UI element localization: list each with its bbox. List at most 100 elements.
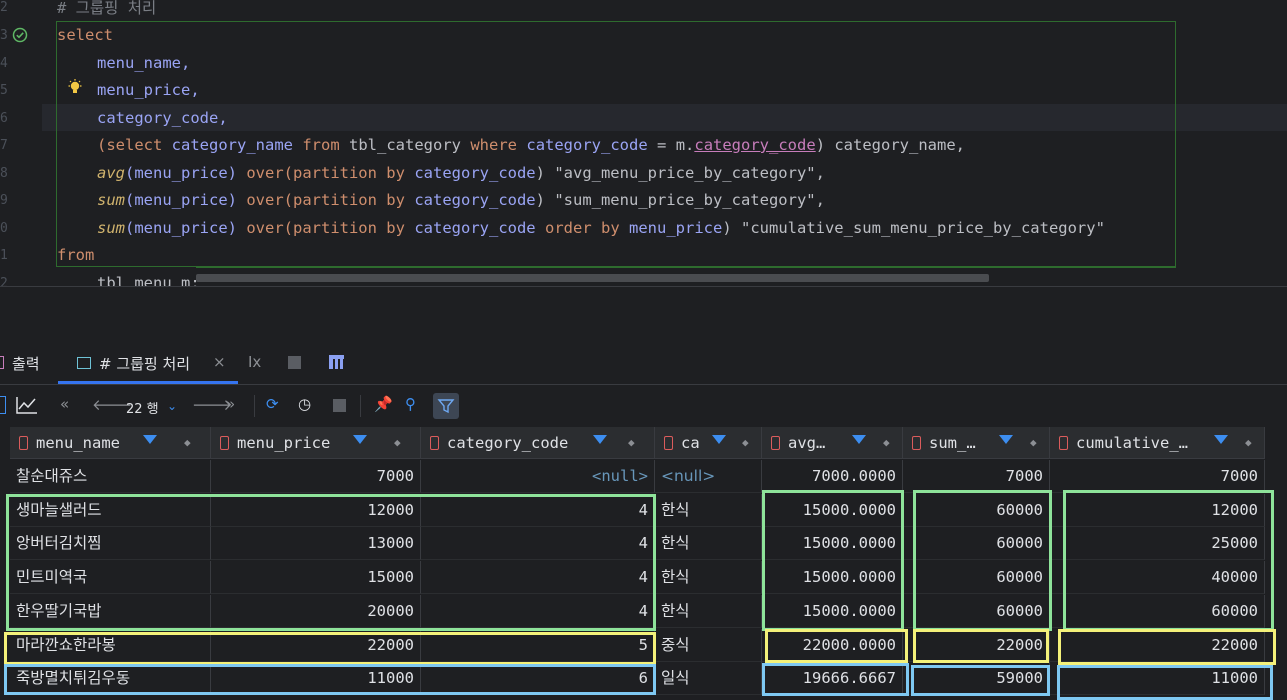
search-icon[interactable]: ⚲ — [405, 395, 416, 413]
grid-cell[interactable]: 22000.0000 — [762, 628, 903, 662]
filter-icon[interactable] — [999, 435, 1013, 444]
grid-cell[interactable]: 4 — [421, 527, 655, 561]
grid-cell[interactable]: 죽방멸치튀김우동 — [10, 662, 211, 696]
filter-icon[interactable] — [353, 435, 367, 444]
sort-icon[interactable]: ◆ — [1245, 427, 1252, 458]
sort-icon[interactable]: ◆ — [394, 427, 401, 458]
column-header-avg[interactable]: avg… ◆ — [762, 427, 903, 459]
horizontal-scrollbar[interactable] — [196, 274, 989, 282]
grid-cell[interactable]: 7000 — [211, 460, 421, 493]
sort-icon[interactable]: ◆ — [1030, 427, 1037, 458]
grid-cell[interactable]: 한식 — [655, 594, 762, 628]
grid-cell[interactable]: 22000 — [903, 628, 1050, 662]
filter-toggle-button[interactable] — [433, 393, 459, 419]
last-page-icon[interactable]: » — [226, 395, 235, 413]
grid-cell[interactable]: <null> — [655, 460, 762, 493]
grid-cell[interactable]: 일식 — [655, 662, 762, 696]
first-page-icon[interactable]: « — [60, 395, 69, 413]
grid-cell[interactable]: 60000 — [903, 561, 1050, 595]
grid-cell[interactable]: 한식 — [655, 527, 762, 561]
filter-icon[interactable] — [1214, 435, 1228, 444]
grid-cell[interactable]: 7000 — [903, 460, 1050, 493]
grid-cell[interactable]: 40000 — [1050, 561, 1265, 595]
row-count[interactable]: 22 행 — [126, 398, 159, 417]
stop-icon[interactable] — [333, 399, 346, 412]
grid-cell[interactable]: 20000 — [211, 594, 421, 628]
grid-cell[interactable]: 앙버터김치찜 — [10, 527, 211, 561]
column-title: category_code — [447, 434, 569, 452]
grid-cell[interactable]: 마라깐쇼한라봉 — [10, 628, 211, 662]
column-header-cumulative[interactable]: cumulative_… ◆ — [1050, 427, 1265, 459]
grid-cell[interactable]: 12000 — [211, 493, 421, 527]
chart-icon[interactable] — [16, 396, 38, 414]
sort-icon[interactable]: ◆ — [883, 427, 890, 458]
stop-tab-icon[interactable] — [288, 356, 301, 369]
kw-from: from — [302, 136, 340, 154]
grid-cell[interactable]: 15000 — [211, 561, 421, 595]
grid-cell[interactable]: 22000 — [211, 628, 421, 662]
grid-cell[interactable]: 22000 — [1050, 628, 1265, 662]
grid-cell[interactable]: 19666.6667 — [762, 662, 903, 696]
grid-cell[interactable]: 15000.0000 — [762, 493, 903, 527]
table-view-icon[interactable] — [0, 396, 6, 414]
history-icon[interactable]: ◷ — [298, 395, 311, 413]
lightbulb-icon[interactable] — [66, 78, 84, 96]
tab-tx[interactable]: Ix — [248, 353, 261, 371]
pin-icon[interactable]: 📌 — [374, 395, 393, 413]
sql-editor[interactable]: 2 3 4 5 6 7 8 9 0 1 2 # 그룹핑 처리 select me… — [0, 0, 1287, 286]
column-header-category-name[interactable]: ca ◆ — [655, 427, 762, 459]
grid-cell[interactable]: 60000 — [903, 527, 1050, 561]
layout-icon[interactable] — [329, 355, 344, 369]
alias-sum: ) "sum_menu_price_by_category", — [535, 191, 825, 209]
grid-cell[interactable]: 찰순대쥬스 — [10, 460, 211, 493]
grid-cell[interactable]: 생마늘샐러드 — [10, 493, 211, 527]
grid-cell[interactable]: 60000 — [1050, 594, 1265, 628]
grid-cell[interactable]: 11000 — [211, 662, 421, 696]
table-tbl-menu: tbl_menu m; — [97, 274, 200, 286]
close-icon[interactable]: × — [213, 353, 226, 371]
tab-output[interactable]: 출력 — [12, 353, 40, 374]
grid-cell[interactable]: 11000 — [1050, 662, 1265, 696]
tab-grouping[interactable]: # 그룹핑 처리 — [99, 353, 190, 374]
grid-cell[interactable]: 4 — [421, 561, 655, 595]
sort-icon[interactable]: ◆ — [742, 427, 749, 458]
filter-icon[interactable] — [143, 435, 157, 444]
grid-cell[interactable]: 13000 — [211, 527, 421, 561]
grid-cell[interactable]: 민트미역국 — [10, 561, 211, 595]
code-line-category-code: category_code, — [97, 108, 228, 128]
column-header-category-code[interactable]: category_code ◆ — [421, 427, 655, 459]
grid-cell[interactable]: 4 — [421, 594, 655, 628]
line-number: 3 — [0, 28, 8, 43]
sort-icon[interactable]: ◆ — [628, 427, 635, 458]
grid-cell[interactable]: 7000.0000 — [762, 460, 903, 493]
column-header-menu-name[interactable]: menu_name ◆ — [10, 427, 211, 459]
grid-cell[interactable]: 60000 — [903, 493, 1050, 527]
grid-cell[interactable]: 7000 — [1050, 460, 1265, 493]
grid-cell[interactable]: 한식 — [655, 493, 762, 527]
sort-icon[interactable]: ◆ — [184, 427, 191, 458]
code-line-cumulative: sum(menu_price) over(partition by catego… — [97, 218, 1105, 238]
filter-icon[interactable] — [852, 435, 866, 444]
grid-cell[interactable]: 15000.0000 — [762, 527, 903, 561]
grid-cell[interactable]: 25000 — [1050, 527, 1265, 561]
result-grid[interactable]: menu_name ◆ menu_price ◆ category_code ◆ ca… — [0, 427, 1287, 700]
grid-cell[interactable]: 60000 — [903, 594, 1050, 628]
grid-cell[interactable]: 중식 — [655, 628, 762, 662]
grid-cell[interactable]: 59000 — [903, 662, 1050, 696]
grid-cell[interactable]: 12000 — [1050, 493, 1265, 527]
grid-cell[interactable]: 한우딸기국밥 — [10, 594, 211, 628]
grid-cell[interactable]: 15000.0000 — [762, 594, 903, 628]
grid-cell[interactable]: 4 — [421, 493, 655, 527]
execution-success-check-icon[interactable] — [12, 27, 28, 43]
column-header-menu-price[interactable]: menu_price ◆ — [211, 427, 421, 459]
column-header-sum[interactable]: sum_… ◆ — [903, 427, 1050, 459]
grid-cell[interactable]: <null> — [421, 460, 655, 493]
grid-cell[interactable]: 6 — [421, 662, 655, 696]
grid-cell[interactable]: 15000.0000 — [762, 561, 903, 595]
chevron-down-icon[interactable]: ⌄ — [167, 399, 177, 413]
refresh-icon[interactable]: ⟳ — [266, 395, 279, 413]
grid-cell[interactable]: 한식 — [655, 561, 762, 595]
filter-icon[interactable] — [593, 435, 607, 444]
grid-cell[interactable]: 5 — [421, 628, 655, 662]
filter-icon[interactable] — [712, 435, 726, 444]
